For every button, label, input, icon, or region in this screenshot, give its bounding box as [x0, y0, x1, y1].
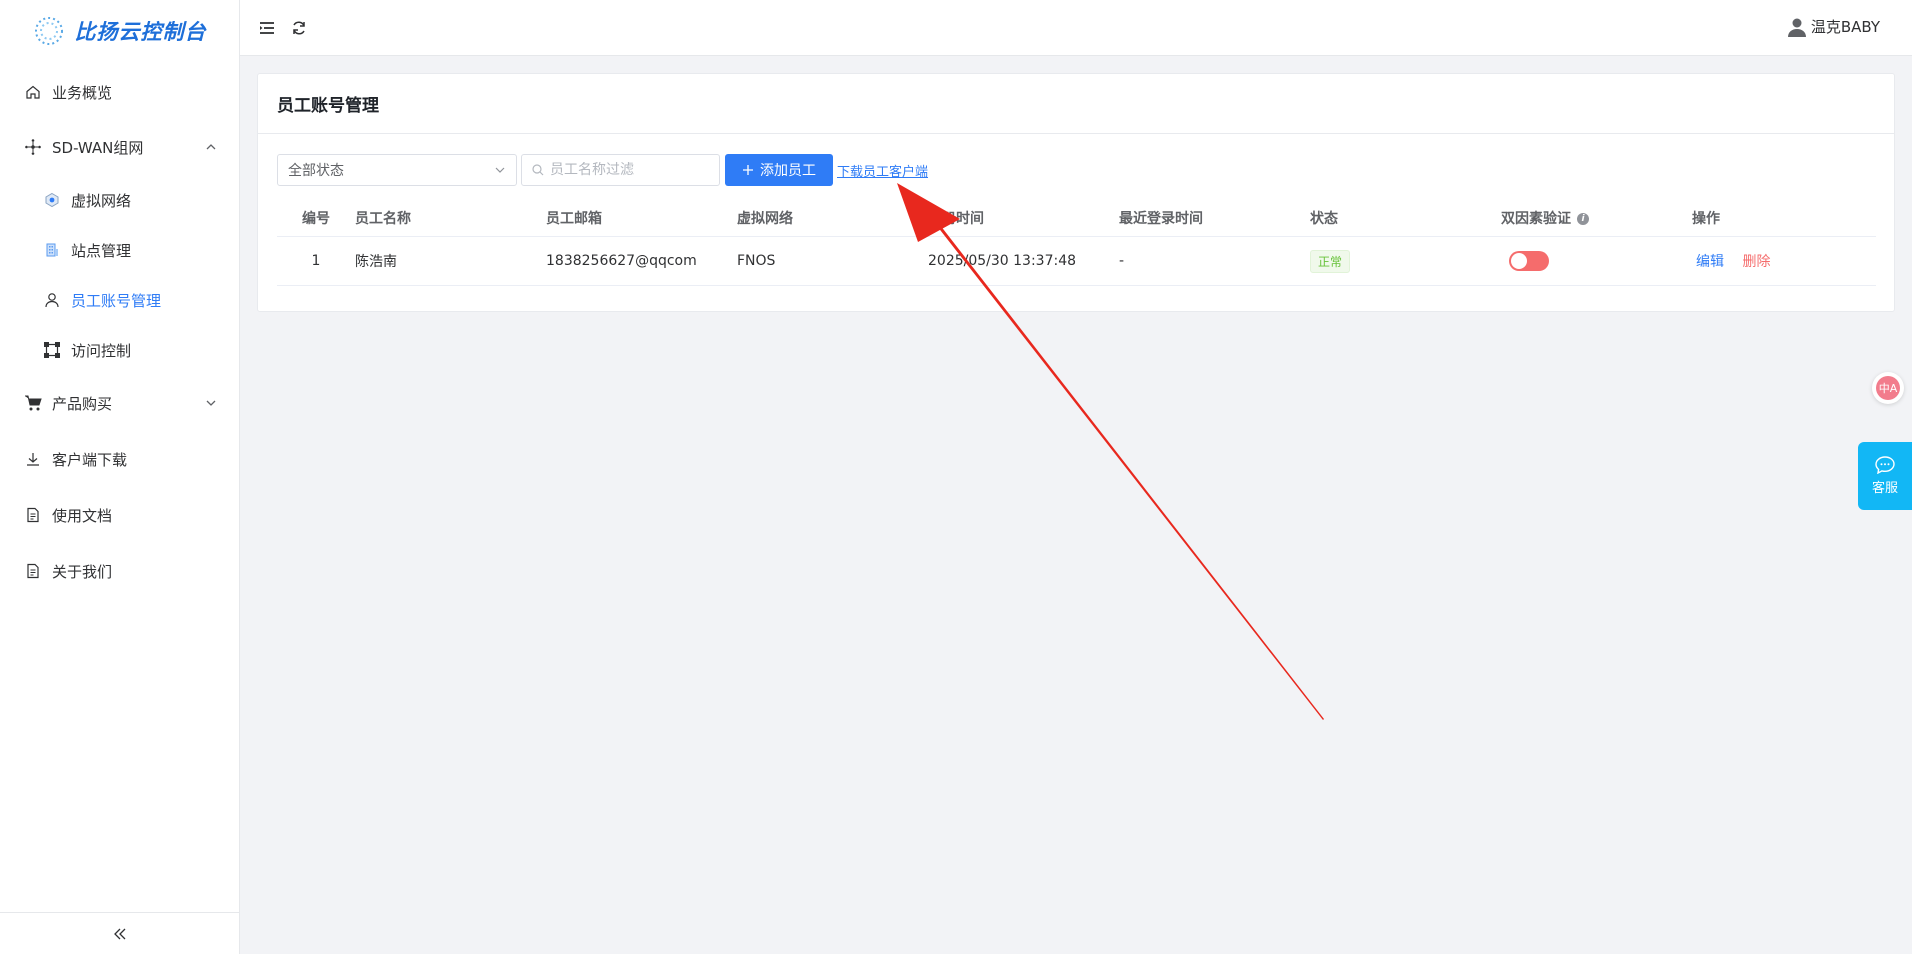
search-input[interactable]: [550, 162, 700, 178]
top-header: 温克BABY: [240, 0, 1912, 56]
chevron-up-icon: [206, 144, 216, 150]
document-icon: [24, 562, 42, 580]
column-header: 编号: [302, 210, 330, 227]
search-icon: [532, 164, 544, 176]
customer-service-button[interactable]: 客服: [1858, 442, 1912, 510]
table-row: 1 陈浩南 1838256627@qqcom FNOS 2025/05/30 1…: [277, 237, 1876, 286]
app-title: 比扬云控制台: [74, 20, 207, 44]
sidebar-item-label: 员工账号管理: [71, 291, 162, 310]
column-header-two-factor: 双因素验证 i: [1501, 208, 1692, 228]
employee-table: 编号 员工名称 员工邮箱 虚拟网络 注册时间 最近登录时间 状态 双因素验证 i …: [277, 199, 1876, 286]
column-header: 虚拟网络: [737, 210, 793, 227]
column-header: 员工名称: [355, 210, 411, 227]
translate-icon: 中A: [1876, 376, 1900, 400]
document-icon: [24, 506, 42, 524]
column-header: 最近登录时间: [1119, 210, 1203, 227]
sidebar-item-label: 客户端下载: [52, 450, 128, 469]
user-icon: [43, 291, 61, 309]
cell-email: 1838256627@qqcom: [546, 253, 697, 269]
status-filter-select[interactable]: 全部状态: [277, 154, 517, 186]
download-icon: [24, 450, 42, 468]
chevron-down-icon: [495, 167, 505, 173]
sidebar-item-purchase[interactable]: 产品购买: [0, 381, 240, 425]
column-header: 员工邮箱: [546, 210, 602, 227]
cell-registered: 2025/05/30 13:37:48: [928, 253, 1077, 269]
table-header: 编号 员工名称 员工邮箱 虚拟网络 注册时间 最近登录时间 状态 双因素验证 i …: [277, 199, 1876, 237]
delete-button[interactable]: 删除: [1742, 254, 1770, 270]
toolbar: 全部状态 添加员工 下载员工客户端: [277, 154, 928, 186]
sidebar-item-label: 站点管理: [71, 241, 132, 260]
sidebar-item-label: 使用文档: [52, 506, 113, 525]
add-employee-label: 添加员工: [760, 163, 816, 179]
sidebar-item-label: 访问控制: [71, 341, 132, 360]
cell-name: 陈浩南: [355, 254, 397, 270]
building-icon: [43, 241, 61, 259]
user-menu[interactable]: 温克BABY: [1787, 16, 1880, 37]
logo-icon: [34, 17, 63, 45]
column-header: 操作: [1692, 210, 1720, 227]
sidebar-item-label: SD-WAN组网: [52, 138, 144, 157]
page-title: 员工账号管理: [258, 74, 1894, 134]
employee-card: 员工账号管理 全部状态 添加员工 下载员工客户端 编号 员工名称 员工邮箱 虚拟…: [257, 73, 1895, 312]
info-icon[interactable]: i: [1577, 212, 1589, 225]
column-header: 注册时间: [928, 210, 984, 227]
cell-two-factor: [1501, 251, 1692, 271]
cell-last-login: -: [1119, 253, 1125, 269]
two-factor-toggle[interactable]: [1509, 251, 1549, 271]
add-employee-button[interactable]: 添加员工: [725, 154, 833, 186]
edit-button[interactable]: 编辑: [1696, 254, 1724, 270]
sidebar: 比扬云控制台 业务概览 SD-WAN组网 虚拟网络 站点管理 员工账号管理 访问…: [0, 0, 240, 954]
toggle-knob: [1511, 253, 1527, 269]
logo[interactable]: 比扬云控制台: [0, 0, 239, 62]
nodes-icon: [43, 341, 61, 359]
chat-bubble-icon: [1875, 456, 1895, 474]
hexagon-icon: [43, 191, 61, 209]
refresh-button[interactable]: [288, 17, 310, 39]
sidebar-item-label: 业务概览: [52, 83, 113, 102]
home-icon: [24, 83, 42, 101]
sidebar-item-overview[interactable]: 业务概览: [0, 70, 240, 114]
sidebar-item-employee-accounts[interactable]: 员工账号管理: [0, 278, 240, 322]
sidebar-item-access-control[interactable]: 访问控制: [0, 328, 240, 372]
user-name: 温克BABY: [1810, 18, 1880, 36]
translate-button[interactable]: 中A: [1872, 372, 1904, 404]
cell-id: 1: [311, 253, 321, 269]
cell-status: 正常: [1310, 249, 1501, 273]
cell-actions: 编辑 删除: [1692, 251, 1876, 271]
status-badge: 正常: [1310, 249, 1351, 273]
sidebar-item-label: 产品购买: [52, 394, 113, 413]
cart-icon: [24, 394, 42, 412]
sidebar-collapse-button[interactable]: [0, 912, 240, 954]
avatar-icon: [1787, 18, 1806, 37]
customer-service-label: 客服: [1871, 481, 1898, 496]
refresh-icon: [293, 20, 305, 35]
menu-fold-icon: [260, 21, 274, 34]
menu-toggle-button[interactable]: [256, 17, 278, 39]
chevron-down-icon: [206, 400, 216, 406]
sidebar-item-sdwan[interactable]: SD-WAN组网: [0, 125, 240, 169]
search-box: [521, 154, 720, 186]
column-header: 双因素验证: [1501, 210, 1571, 227]
sidebar-item-virtual-network[interactable]: 虚拟网络: [0, 178, 240, 222]
sidebar-item-site-management[interactable]: 站点管理: [0, 228, 240, 272]
column-header: 状态: [1310, 210, 1338, 227]
network-icon: [24, 138, 42, 156]
sidebar-item-about[interactable]: 关于我们: [0, 549, 240, 593]
status-filter-value: 全部状态: [288, 163, 344, 179]
sidebar-item-label: 关于我们: [52, 562, 113, 581]
plus-icon: [743, 165, 753, 175]
sidebar-item-label: 虚拟网络: [71, 191, 132, 210]
sidebar-item-docs[interactable]: 使用文档: [0, 493, 240, 537]
double-chevron-left-icon: [114, 928, 126, 939]
sidebar-item-client-download[interactable]: 客户端下载: [0, 437, 240, 481]
download-client-link[interactable]: 下载员工客户端: [837, 161, 928, 180]
cell-network: FNOS: [737, 253, 776, 269]
